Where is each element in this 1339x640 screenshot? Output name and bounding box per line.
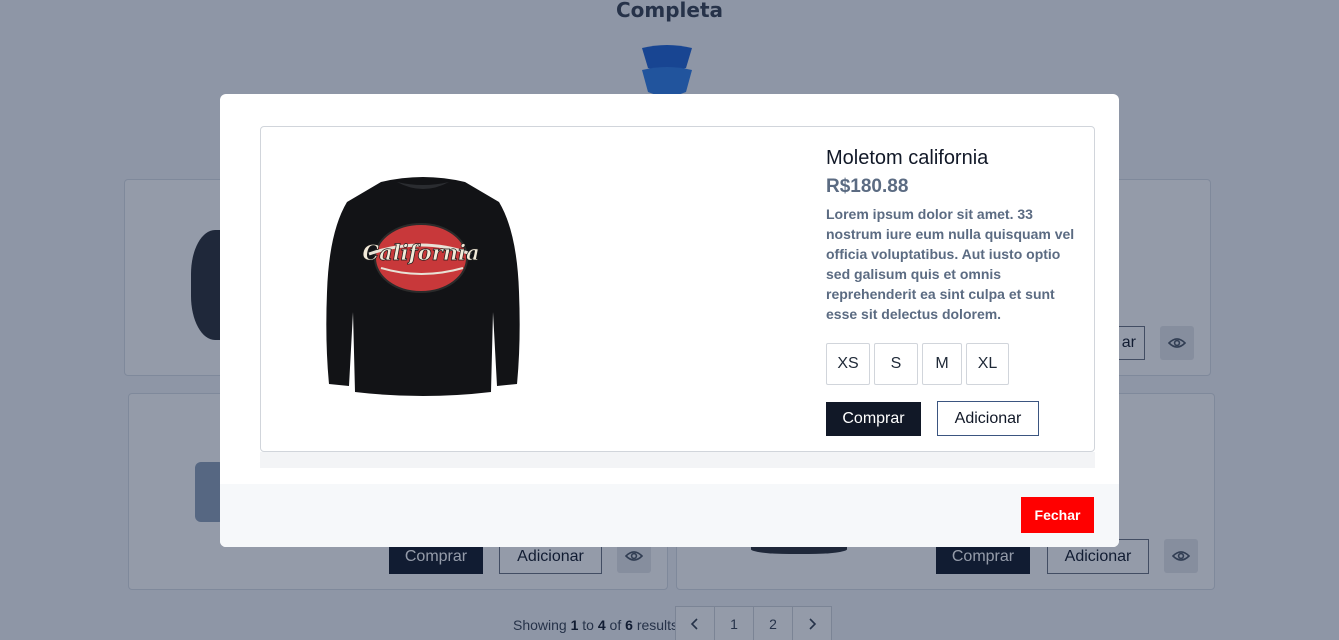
- add-to-cart-button[interactable]: Adicionar: [937, 401, 1039, 436]
- buy-button[interactable]: Comprar: [826, 402, 921, 436]
- product-description: Lorem ipsum dolor sit amet. 33 nostrum i…: [826, 206, 1075, 322]
- size-option-s[interactable]: S: [874, 343, 918, 385]
- product-modal: California Moletom california R$180.88 L…: [220, 94, 1119, 547]
- size-option-m[interactable]: M: [922, 343, 962, 385]
- svg-text:California: California: [362, 240, 479, 265]
- product-info: Moletom california R$180.88 Lorem ipsum …: [826, 147, 1081, 324]
- size-selector: XS S M XL: [826, 343, 1013, 385]
- product-detail-panel: California Moletom california R$180.88 L…: [260, 126, 1095, 452]
- product-name: Moletom california: [826, 147, 989, 169]
- modal-footer: Fechar: [220, 484, 1119, 547]
- size-option-xs[interactable]: XS: [826, 343, 870, 385]
- product-price: R$180.88: [826, 176, 909, 197]
- close-button[interactable]: Fechar: [1021, 497, 1094, 533]
- product-image: California: [326, 177, 520, 396]
- modal-divider: [260, 452, 1095, 468]
- size-option-xl[interactable]: XL: [966, 343, 1009, 385]
